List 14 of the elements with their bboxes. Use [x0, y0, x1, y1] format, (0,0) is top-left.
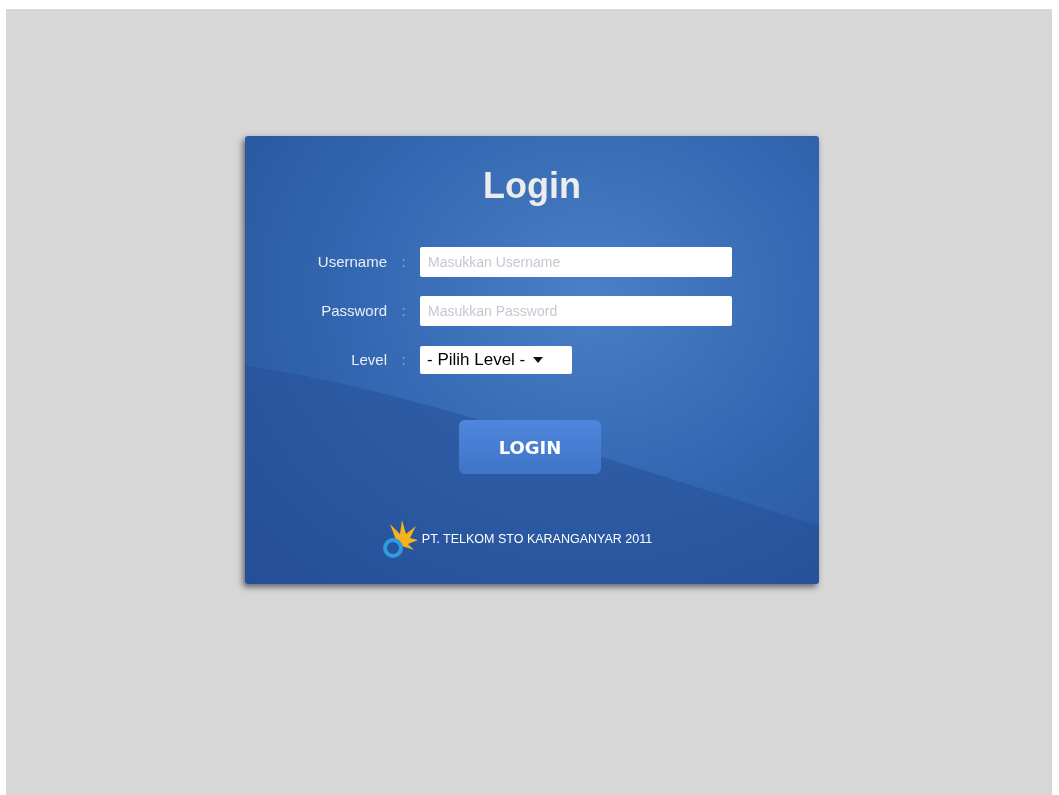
sun-logo-icon: [381, 520, 418, 558]
login-button[interactable]: LOGIN: [459, 420, 601, 474]
field-label: Password: [320, 300, 387, 321]
colon-separator: :: [400, 300, 407, 321]
colon-separator: :: [400, 251, 407, 272]
level-dropdown[interactable]: - Pilih Level -: [420, 346, 572, 374]
caret-icon: [533, 357, 544, 363]
field-label: Username: [316, 251, 387, 272]
colon-separator: :: [400, 349, 407, 370]
login-title: Login: [483, 168, 581, 204]
input-field[interactable]: Masukkan Password: [420, 296, 732, 326]
input-field[interactable]: Masukkan Username: [420, 247, 732, 277]
footer-text: PT. TELKOM STO KARANGANYAR 2011: [421, 530, 653, 548]
field-label: Level: [350, 349, 387, 370]
